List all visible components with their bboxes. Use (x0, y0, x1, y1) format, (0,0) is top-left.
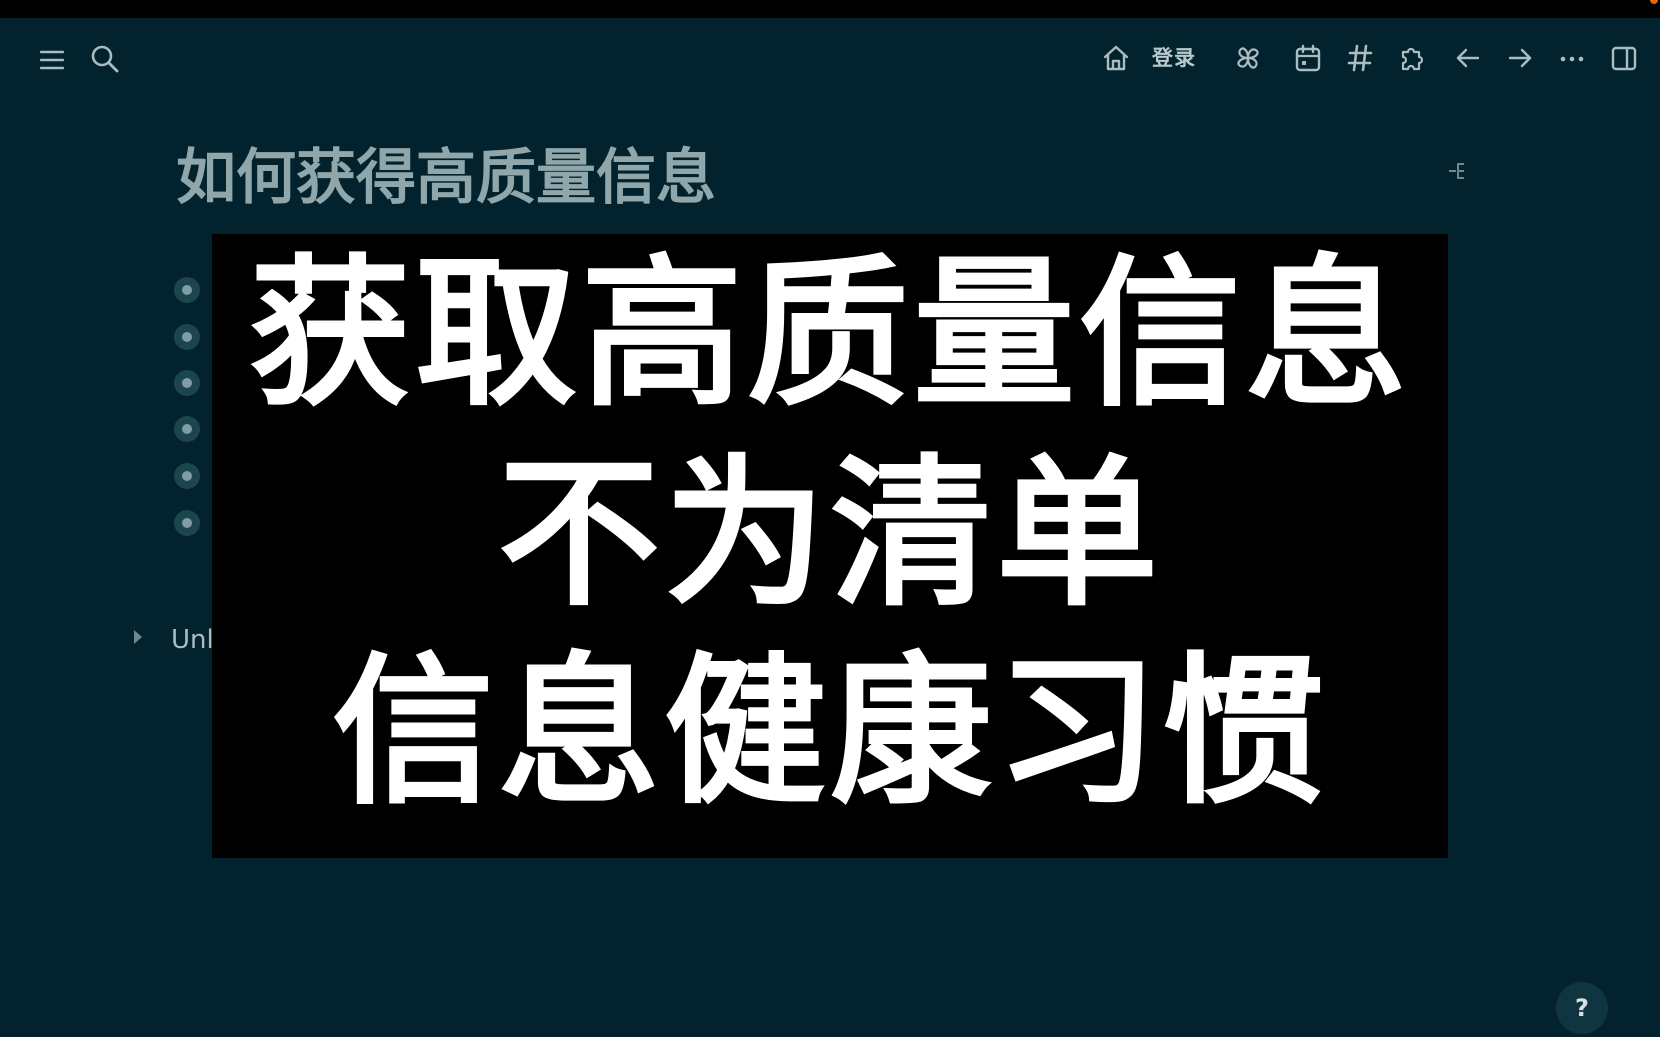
login-button[interactable]: 登录 (1152, 44, 1196, 72)
calendar-icon[interactable] (1292, 42, 1324, 74)
puzzle-icon[interactable] (1396, 42, 1428, 74)
help-button[interactable]: ? (1556, 982, 1608, 1034)
search-icon[interactable] (88, 42, 122, 76)
title-overlay: 获取高质量信息 不为清单 信息健康习惯 (212, 234, 1448, 858)
sidebar-toggle-icon[interactable] (1608, 42, 1640, 74)
block-bullet[interactable] (174, 277, 200, 303)
pinwheel-icon[interactable] (1232, 42, 1264, 74)
unlinked-references-label[interactable]: Unl (171, 624, 213, 656)
block-bullet[interactable] (174, 416, 200, 442)
block-bullet[interactable] (174, 510, 200, 536)
home-icon[interactable] (1100, 42, 1132, 74)
overlay-line-1: 获取高质量信息 (249, 241, 1411, 429)
overlay-line-2: 不为清单 (498, 441, 1162, 629)
top-strip (0, 0, 1660, 18)
menu-icon[interactable] (36, 44, 68, 76)
outline-icon[interactable] (1446, 158, 1472, 184)
arrow-right-icon[interactable] (1504, 42, 1536, 74)
more-icon[interactable] (1556, 42, 1588, 74)
block-bullet[interactable] (174, 324, 200, 350)
arrow-left-icon[interactable] (1452, 42, 1484, 74)
overlay-line-3: 信息健康习惯 (332, 639, 1328, 827)
notification-dot (1650, 0, 1658, 4)
hashtag-icon[interactable] (1344, 42, 1376, 74)
block-bullet[interactable] (174, 370, 200, 396)
block-bullet[interactable] (174, 463, 200, 489)
collapse-toggle-icon[interactable] (134, 630, 142, 644)
page-title[interactable]: 如何获得高质量信息 (176, 140, 716, 216)
